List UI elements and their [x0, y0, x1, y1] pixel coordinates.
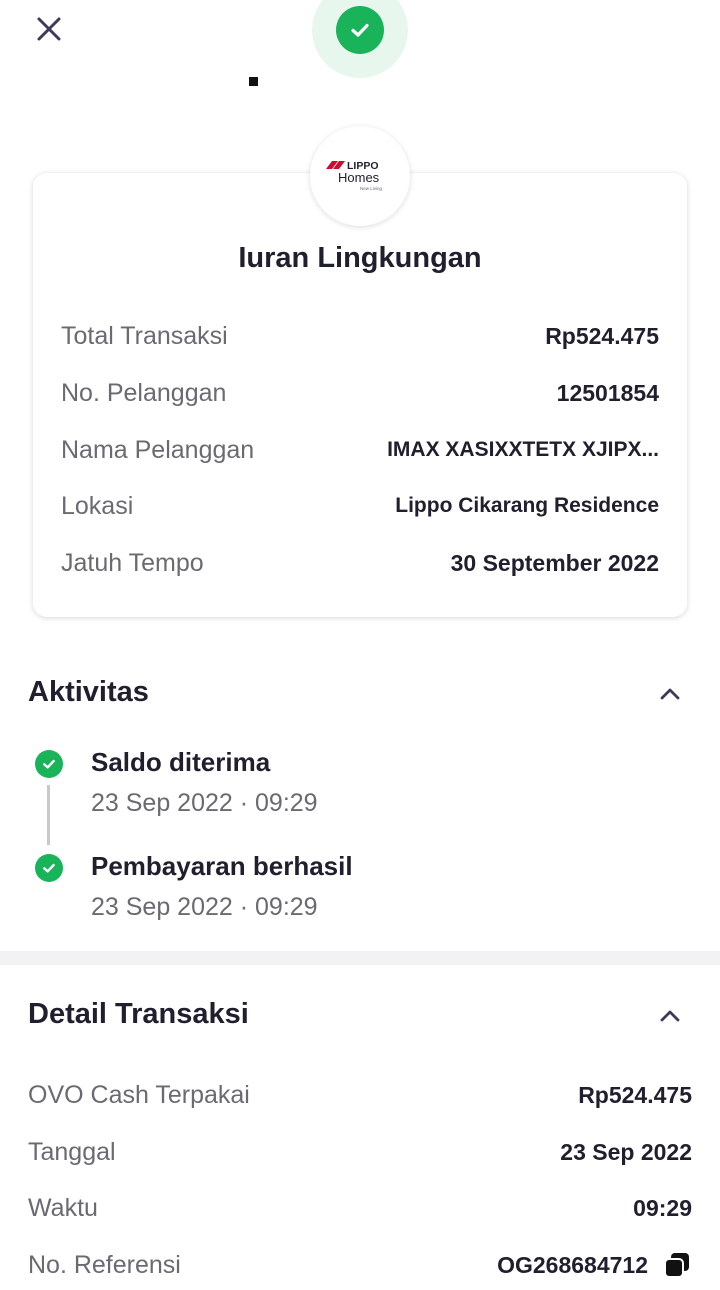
detail-row-value: 09:29 — [633, 1194, 692, 1221]
detail-row-date: Tanggal 23 Sep 2022 — [28, 1132, 692, 1172]
timeline-connector — [47, 785, 50, 845]
stray-mark — [249, 77, 258, 86]
bill-row-label: Total Transaksi — [61, 321, 228, 350]
section-divider — [0, 951, 720, 965]
status-indicator — [312, 0, 408, 78]
close-icon — [37, 17, 61, 41]
bill-row-label: Jatuh Tempo — [61, 548, 204, 577]
timeline-event-time: 23 Sep 2022 · 09:29 — [91, 893, 318, 921]
bill-row-label: Nama Pelanggan — [61, 435, 255, 464]
bill-row-value: 12501854 — [556, 379, 659, 406]
check-icon — [351, 23, 369, 37]
timeline-event-title: Pembayaran berhasil — [91, 851, 353, 881]
check-icon — [43, 863, 55, 873]
biller-title: Iuran Lingkungan — [238, 242, 482, 274]
close-button[interactable] — [30, 10, 68, 48]
reference-number: OG268684712 — [497, 1251, 648, 1278]
bill-row-customer-name: Nama Pelanggan IMAX XASIXXTETX XJIPX... — [61, 430, 659, 470]
timeline-check-dot — [35, 750, 63, 778]
activity-section-title: Aktivitas — [28, 676, 149, 708]
chevron-up-icon — [660, 1010, 680, 1022]
detail-row-label: Tanggal — [28, 1137, 116, 1166]
bill-row-total: Total Transaksi Rp524.475 — [61, 316, 659, 356]
bill-row-value: Rp524.475 — [545, 322, 659, 349]
detail-row-label: Waktu — [28, 1193, 98, 1222]
activity-collapse-button[interactable] — [654, 678, 686, 710]
biller-logo: LIPPO Homes New Living — [310, 126, 410, 226]
timeline-event-time: 23 Sep 2022 · 09:29 — [91, 789, 318, 817]
timeline-event-title: Saldo diterima — [91, 747, 271, 777]
logo-tagline: New Living — [360, 186, 383, 191]
detail-row-value: Rp524.475 — [578, 1081, 692, 1108]
detail-row-label: No. Referensi — [28, 1250, 181, 1279]
bill-row-customer-no: No. Pelanggan 12501854 — [61, 373, 659, 413]
details-section-title: Detail Transaksi — [28, 998, 249, 1030]
lippo-homes-logo: LIPPO Homes New Living — [326, 160, 383, 191]
detail-row-value: 23 Sep 2022 — [560, 1138, 692, 1165]
detail-row-time: Waktu 09:29 — [28, 1188, 692, 1228]
copy-icon — [664, 1253, 689, 1278]
bill-row-value: Lippo Cikarang Residence — [395, 494, 659, 517]
bill-row-label: No. Pelanggan — [61, 378, 227, 407]
bill-row-label: Lokasi — [61, 491, 134, 520]
logo-text-homes: Homes — [338, 170, 380, 185]
reference-value-group: OG268684712 — [497, 1250, 692, 1280]
copy-reference-button[interactable] — [662, 1250, 692, 1280]
detail-row-label: OVO Cash Terpakai — [28, 1080, 250, 1109]
check-icon — [43, 759, 55, 769]
bill-row-value: IMAX XASIXXTETX XJIPX... — [387, 438, 659, 461]
detail-row-reference: No. Referensi OG268684712 — [28, 1245, 692, 1285]
success-badge — [336, 6, 384, 54]
detail-row-ovo-cash: OVO Cash Terpakai Rp524.475 — [28, 1075, 692, 1115]
bill-row-location: Lokasi Lippo Cikarang Residence — [61, 486, 659, 526]
timeline-check-dot — [35, 854, 63, 882]
chevron-up-icon — [660, 688, 680, 700]
bill-row-value: 30 September 2022 — [450, 549, 659, 576]
bill-row-due-date: Jatuh Tempo 30 September 2022 — [61, 543, 659, 583]
details-collapse-button[interactable] — [654, 1000, 686, 1032]
